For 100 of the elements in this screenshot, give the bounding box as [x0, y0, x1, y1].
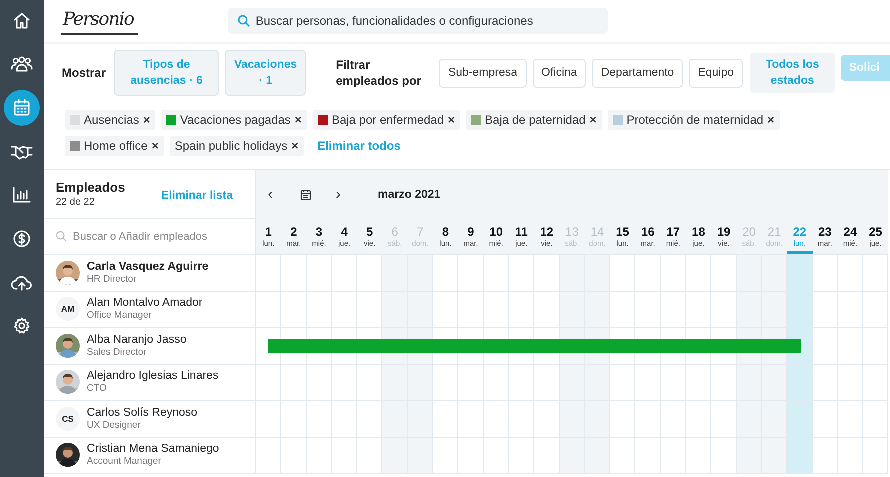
- calendar-cell: [281, 438, 307, 474]
- people-icon: [11, 56, 33, 74]
- remove-button[interactable]: ×: [768, 113, 775, 127]
- calendar-cell: [838, 255, 864, 292]
- calendar-cell: [357, 401, 382, 438]
- calendar-cell: [584, 401, 610, 438]
- employee-role: UX Designer: [87, 420, 142, 431]
- employee-name[interactable]: Carla Vasquez Aguirre: [87, 260, 209, 273]
- calendar-cell: [433, 364, 458, 401]
- remove-button[interactable]: ×: [292, 139, 299, 153]
- calendar-cell: [458, 401, 484, 438]
- employee-role: HR Director: [87, 274, 138, 285]
- remove-button[interactable]: ×: [448, 113, 456, 127]
- avatar-initials: AM: [56, 297, 80, 322]
- calendar-cell: [762, 438, 788, 474]
- calendar-cell: [332, 438, 358, 474]
- employee-name[interactable]: Alba Naranjo Jasso: [87, 334, 187, 346]
- calendar-cell: [610, 292, 636, 328]
- calendar-cell: [382, 438, 408, 474]
- calendar-cell: [534, 438, 560, 474]
- calendar-cell: [357, 438, 382, 474]
- calendar-cell: [635, 292, 661, 328]
- search-icon: [238, 15, 250, 27]
- tag-label: Ausencias: [84, 113, 140, 127]
- calendar-cell: [686, 255, 712, 292]
- calendar-cell: [332, 292, 358, 328]
- calendar-cell: [787, 292, 813, 328]
- employee-name[interactable]: Alejandro Iglesias Linares: [87, 370, 219, 382]
- calendar-cell: [357, 292, 382, 328]
- calendar-cell: [560, 255, 585, 292]
- filter-dropdown[interactable]: Equipo: [689, 58, 744, 88]
- calendar-cell: [660, 401, 686, 438]
- calendar-cell: [408, 255, 434, 292]
- company-logo[interactable]: Personio: [61, 7, 138, 35]
- calendar-cell: [635, 401, 661, 438]
- absence-bar[interactable]: [268, 339, 801, 354]
- calendar-cell: [484, 438, 509, 474]
- search-field[interactable]: Buscar personas, funcionalidades o configuraciones: [228, 8, 608, 34]
- remove-button[interactable]: ×: [152, 139, 159, 153]
- filter-label: Filtrar empleados por: [336, 57, 422, 89]
- bar-chart-icon: [13, 187, 31, 204]
- next-button[interactable]: ›: [336, 186, 364, 203]
- calendar-cell: [508, 401, 534, 438]
- calendar-cell: [458, 364, 484, 401]
- calendar-cell: [736, 401, 762, 438]
- calendar-cell: [408, 401, 434, 438]
- calendar-cell: [660, 255, 686, 292]
- calendar-cell: [736, 438, 762, 474]
- dollar-icon: [13, 230, 31, 248]
- calendar-cell: [660, 292, 686, 328]
- tag-label: Baja por enfermedad: [332, 113, 444, 127]
- calendar-cell: [458, 255, 484, 292]
- calendar-icon[interactable]: [300, 188, 312, 200]
- calendar-cell: [408, 438, 434, 474]
- remove-button[interactable]: ×: [143, 113, 150, 127]
- calendar-cell: [635, 438, 661, 474]
- calendar-cell: [863, 292, 888, 328]
- tag-label: Spain public holidays: [174, 139, 288, 153]
- calendar-cell: [382, 255, 408, 292]
- calendar-cell: [711, 255, 737, 292]
- sidebar-item[interactable]: [4, 90, 40, 126]
- remove-button[interactable]: ×: [590, 113, 597, 127]
- filter-dropdown[interactable]: Oficina: [532, 58, 586, 88]
- calendar-cell: [686, 364, 712, 401]
- calendar-cell: [332, 364, 358, 401]
- calendar-cell: [306, 292, 332, 328]
- employee-role: Sales Director: [87, 346, 148, 358]
- tag-label: Home office: [84, 139, 148, 153]
- filter-dropdown[interactable]: Departamento: [592, 58, 684, 88]
- employee-name[interactable]: Cristian Mena Samaniego: [87, 443, 220, 456]
- calendar-cell: [508, 438, 534, 474]
- calendar-cell: [812, 255, 838, 292]
- filter-dropdown[interactable]: Sub-empresa: [439, 58, 527, 88]
- calendar-cell: [762, 364, 788, 401]
- calendar-cell: [838, 364, 864, 401]
- employee-name[interactable]: Carlos Solís Reynoso: [87, 406, 198, 419]
- calendar-cell: [281, 292, 307, 328]
- month-label: marzo 2021: [378, 188, 441, 200]
- calendar-cell: [382, 364, 408, 401]
- calendar-cell: [306, 438, 332, 474]
- employees-title: Empleados: [56, 180, 126, 195]
- calendar-cell: [560, 438, 585, 474]
- calendar-cell: [382, 401, 408, 438]
- show-label: Mostrar: [62, 66, 106, 80]
- remove-button[interactable]: ×: [294, 113, 302, 127]
- calendar-cell: [508, 292, 534, 328]
- calendar-cell: [534, 401, 560, 438]
- employee-role: CTO: [87, 383, 108, 394]
- calendar-cell: [660, 438, 686, 474]
- calendar-cell: [762, 255, 788, 292]
- previous-button[interactable]: ‹: [268, 186, 296, 203]
- calendar-cell: [838, 292, 864, 328]
- home-icon: [13, 12, 31, 30]
- calendar-cell: [534, 292, 560, 328]
- employee-search-field[interactable]: Buscar o Añadir empleados: [73, 230, 243, 242]
- employee-name[interactable]: Alan Montalvo Amador: [87, 297, 203, 310]
- calendar-cell: [736, 292, 762, 328]
- calendar-cell: [711, 438, 737, 474]
- calendar-cell: [610, 255, 636, 292]
- calendar-cell: [787, 364, 813, 401]
